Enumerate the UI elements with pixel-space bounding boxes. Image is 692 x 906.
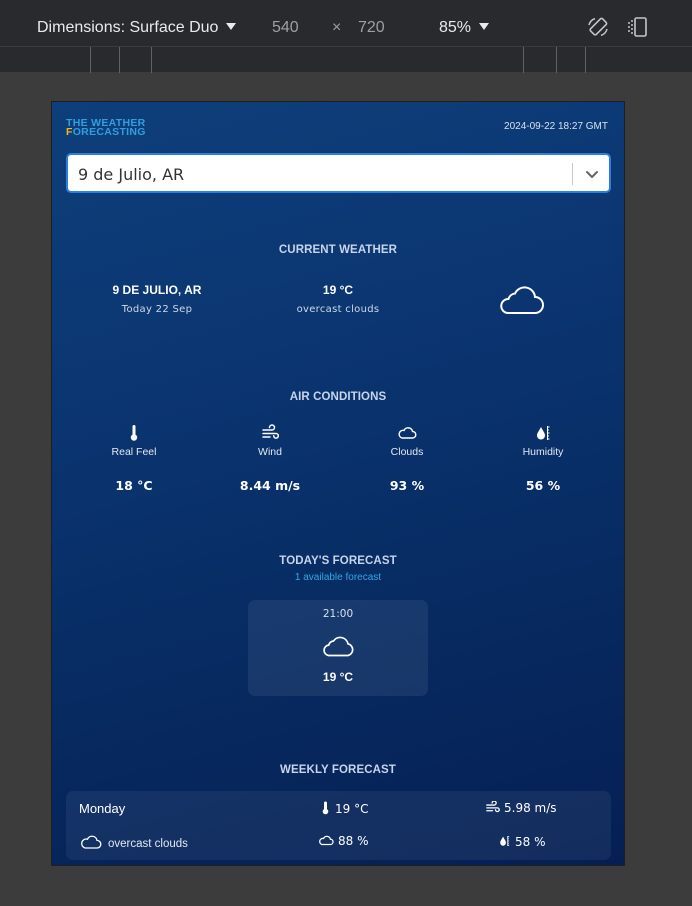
air-item-real-feel: Real Feel bbox=[79, 424, 189, 458]
air-item-wind: Wind bbox=[215, 424, 325, 458]
cloud-icon bbox=[81, 835, 102, 849]
select-divider bbox=[572, 163, 573, 185]
app-logo[interactable]: THE WEATHER FORECASTING bbox=[66, 118, 146, 138]
current-description: overcast clouds bbox=[296, 304, 380, 315]
cloud-icon bbox=[323, 636, 354, 657]
devtools-toolbar: Dimensions: Surface Duo 540 × 720 85% bbox=[0, 0, 692, 46]
dropdown-caret-icon bbox=[479, 23, 490, 30]
wind-label: Wind bbox=[258, 446, 282, 458]
weekly-clouds-value: 88 % bbox=[338, 834, 369, 848]
wind-value: 8.44 m/s bbox=[239, 478, 301, 493]
rotate-icon[interactable] bbox=[586, 15, 610, 39]
available-forecast-count: 1 available forecast bbox=[294, 572, 382, 583]
cloud-icon bbox=[319, 835, 334, 846]
chevron-down-icon[interactable] bbox=[581, 163, 603, 185]
weekly-temperature: 19 °C bbox=[320, 801, 368, 816]
width-input[interactable]: 540 bbox=[272, 18, 299, 38]
current-datetime: 2024-09-22 18:27 GMT bbox=[504, 121, 608, 132]
cloud-icon bbox=[500, 286, 544, 314]
zoom-dropdown[interactable]: 85% bbox=[439, 18, 490, 38]
thermometer-icon bbox=[322, 801, 329, 815]
weekly-description: overcast clouds bbox=[80, 834, 188, 850]
weekly-temp-value: 19 °C bbox=[335, 802, 369, 816]
clouds-value: 93 % bbox=[389, 478, 425, 493]
city-search-input[interactable] bbox=[78, 163, 558, 185]
humidity-icon bbox=[500, 835, 510, 847]
humidity-label: Humidity bbox=[522, 446, 564, 458]
weekly-wind: 5.98 m/s bbox=[485, 800, 557, 815]
dimensions-dropdown[interactable]: Dimensions: Surface Duo bbox=[37, 18, 237, 38]
dimensions-label: Dimensions: Surface Duo bbox=[37, 19, 219, 36]
zoom-label: 85% bbox=[439, 19, 472, 36]
humidity-value: 56 % bbox=[525, 478, 561, 493]
media-query-ruler bbox=[0, 46, 692, 73]
current-temperature: 19 °C bbox=[322, 283, 354, 297]
real-feel-label: Real Feel bbox=[111, 446, 157, 458]
wind-icon bbox=[486, 800, 500, 813]
humidity-icon bbox=[537, 426, 550, 440]
todays-forecast-title: TODAY'S FORECAST bbox=[279, 555, 397, 567]
thermometer-icon bbox=[130, 425, 138, 441]
wind-icon bbox=[262, 424, 279, 439]
cloud-icon bbox=[398, 427, 417, 439]
forecast-time: 21:00 bbox=[322, 608, 354, 620]
dual-screen-icon[interactable] bbox=[626, 15, 650, 39]
weekly-forecast-row: Monday 19 °C 5.98 m/s overcast clouds 88… bbox=[66, 791, 611, 860]
current-city: 9 DE JULIO, AR bbox=[112, 283, 202, 297]
current-weather-title: CURRENT WEATHER bbox=[278, 244, 398, 256]
logo-line2: ORECASTING bbox=[72, 126, 146, 138]
clouds-label: Clouds bbox=[390, 446, 424, 458]
forecast-temperature: 19 °C bbox=[322, 670, 354, 684]
air-item-clouds: Clouds bbox=[352, 424, 462, 458]
hourly-forecast-card: 21:00 19 °C bbox=[248, 600, 428, 696]
weekly-forecast-title: WEEKLY FORECAST bbox=[280, 764, 396, 776]
times-separator: × bbox=[332, 19, 342, 36]
weekly-description-text: overcast clouds bbox=[108, 838, 188, 850]
weekly-clouds: 88 % bbox=[318, 834, 369, 848]
logo-letter-f: F bbox=[66, 126, 73, 138]
real-feel-value: 18 °C bbox=[115, 478, 153, 493]
height-input[interactable]: 720 bbox=[358, 18, 385, 38]
weekly-wind-value: 5.98 m/s bbox=[504, 801, 557, 815]
air-item-humidity: Humidity bbox=[488, 424, 598, 458]
current-date: Today 22 Sep bbox=[121, 304, 193, 315]
dropdown-caret-icon bbox=[226, 23, 237, 30]
weekly-day: Monday bbox=[79, 801, 126, 816]
device-viewport: THE WEATHER FORECASTING 2024-09-22 18:27… bbox=[51, 101, 625, 866]
air-conditions-title: AIR CONDITIONS bbox=[289, 391, 387, 403]
weekly-humidity-value: 58 % bbox=[515, 835, 546, 849]
weekly-humidity: 58 % bbox=[498, 834, 546, 849]
city-search-select[interactable] bbox=[66, 153, 611, 193]
